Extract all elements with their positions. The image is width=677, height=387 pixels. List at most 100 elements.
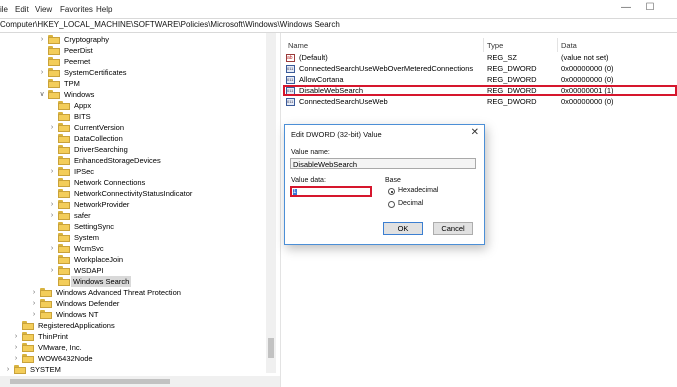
value-type: REG_DWORD [487,97,537,106]
tree-item[interactable]: SettingSync [0,221,266,232]
chevron-right-icon[interactable]: › [12,353,20,364]
folder-icon [48,57,60,66]
chevron-right-icon[interactable]: › [12,342,20,353]
tree-item[interactable]: › CurrentVersion [0,122,266,133]
chevron-right-icon[interactable]: › [30,309,38,320]
tree-item[interactable]: › SystemCertificates [0,67,266,78]
cancel-button[interactable]: Cancel [433,222,473,235]
folder-icon [48,90,60,99]
value-row[interactable]: ConnectedSearchUseWebOverMeteredConnecti… [284,64,677,74]
chevron-right-icon[interactable]: › [48,166,56,177]
folder-icon [48,79,60,88]
value-name: ConnectedSearchUseWeb [299,97,388,106]
folder-icon [58,200,70,209]
column-divider[interactable] [557,38,558,52]
tree-item[interactable]: DataCollection [0,133,266,144]
decimal-label[interactable]: Decimal [398,200,423,207]
radio-hexadecimal[interactable] [388,188,395,195]
chevron-right-icon[interactable]: › [12,331,20,342]
tree-item[interactable]: System [0,232,266,243]
value-row[interactable]: (Default) REG_SZ (value not set) [284,53,677,63]
column-divider[interactable] [483,38,484,52]
tree-item[interactable]: Network Connections [0,177,266,188]
address-path[interactable]: Computer\HKEY_LOCAL_MACHINE\SOFTWARE\Pol… [0,20,340,29]
tree-item[interactable]: › Windows Defender [0,298,266,309]
tree-item[interactable]: › ThinPrint [0,331,266,342]
radio-decimal[interactable] [388,201,395,208]
tree-item[interactable]: › safer [0,210,266,221]
close-icon[interactable]: ✕ [471,127,479,138]
folder-icon [22,332,34,341]
column-header-name[interactable]: Name [288,41,308,50]
tree-item[interactable]: Appx [0,100,266,111]
tree-item[interactable]: › Windows NT [0,309,266,320]
tree-item-label: Windows Advanced Threat Protection [56,288,181,297]
tree-item[interactable]: TPM [0,78,266,89]
chevron-right-icon[interactable]: › [48,122,56,133]
column-header-type[interactable]: Type [487,41,503,50]
scroll-thumb[interactable] [10,379,170,384]
menu-help[interactable]: Help [96,5,112,14]
minimize-button[interactable]: — [616,2,636,14]
chevron-down-icon[interactable]: ∨ [38,89,46,100]
address-bar[interactable]: Computer\HKEY_LOCAL_MACHINE\SOFTWARE\Pol… [0,18,677,33]
tree-item[interactable]: › WSDAPI [0,265,266,276]
tree-item[interactable]: › NetworkProvider [0,199,266,210]
menu-edit[interactable]: Edit [15,5,29,14]
tree-item[interactable]: › WcmSvc [0,243,266,254]
chevron-right-icon[interactable]: › [48,243,56,254]
chevron-right-icon[interactable]: › [30,298,38,309]
chevron-right-icon[interactable]: › [38,34,46,45]
tree-vertical-scrollbar[interactable] [266,33,276,373]
tree-item[interactable]: BITS [0,111,266,122]
tree-item-label: Appx [74,101,92,110]
folder-icon [22,354,34,363]
tree-item-label: SystemCertificates [64,68,127,77]
key-tree[interactable]: › Cryptography PeerDist Peernet › SystemCerti… [0,33,281,387]
value-row[interactable]: AllowCortana REG_DWORD 0x00000000 (0) [284,75,677,85]
tree-item[interactable]: › Cryptography [0,34,266,45]
tree-item[interactable]: › SYSTEM [0,364,266,375]
tree-item[interactable]: DriverSearching [0,144,266,155]
string-value-icon [286,53,295,63]
value-data-input[interactable]: 1 [290,186,372,197]
tree-item-label: safer [74,211,91,220]
tree-item[interactable]: WorkplaceJoin [0,254,266,265]
chevron-right-icon[interactable]: › [48,199,56,210]
dword-value-icon [286,64,295,74]
tree-item[interactable]: › VMware, Inc. [0,342,266,353]
hexadecimal-label[interactable]: Hexadecimal [398,187,438,194]
tree-item[interactable]: EnhancedStorageDevices [0,155,266,166]
value-data-text: 1 [293,189,297,195]
chevron-right-icon[interactable]: › [4,364,12,375]
chevron-right-icon[interactable]: › [48,265,56,276]
value-row[interactable]: ConnectedSearchUseWeb REG_DWORD 0x00000000… [284,97,677,107]
menu-view[interactable]: View [35,5,52,14]
maximize-button[interactable]: ☐ [640,2,660,14]
tree-item[interactable]: Peernet [0,56,266,67]
tree-item[interactable]: NetworkConnectivityStatusIndicator [0,188,266,199]
tree-item[interactable]: PeerDist [0,45,266,56]
ok-button[interactable]: OK [383,222,423,235]
column-header-data[interactable]: Data [561,41,577,50]
value-name-label: Value name: [291,149,330,156]
tree-item[interactable]: Windows Search [0,276,266,287]
tree-item[interactable]: › WOW6432Node [0,353,266,364]
folder-icon [40,299,52,308]
tree-item[interactable]: RegisteredApplications [0,320,266,331]
tree-item[interactable]: › IPSec [0,166,266,177]
value-name-field: DisableWebSearch [290,158,476,169]
tree-item-label: Windows Defender [56,299,120,308]
tree-item-label: WSDAPI [74,266,104,275]
folder-icon [22,321,34,330]
menu-favorites[interactable]: Favorites [60,5,93,14]
folder-icon [58,156,70,165]
scroll-thumb[interactable] [268,338,274,358]
tree-horizontal-scrollbar[interactable] [0,376,280,387]
chevron-right-icon[interactable]: › [30,287,38,298]
menu-file[interactable]: ile [0,5,8,14]
chevron-right-icon[interactable]: › [38,67,46,78]
chevron-right-icon[interactable]: › [48,210,56,221]
tree-item[interactable]: ∨ Windows [0,89,266,100]
tree-item[interactable]: › Windows Advanced Threat Protection [0,287,266,298]
